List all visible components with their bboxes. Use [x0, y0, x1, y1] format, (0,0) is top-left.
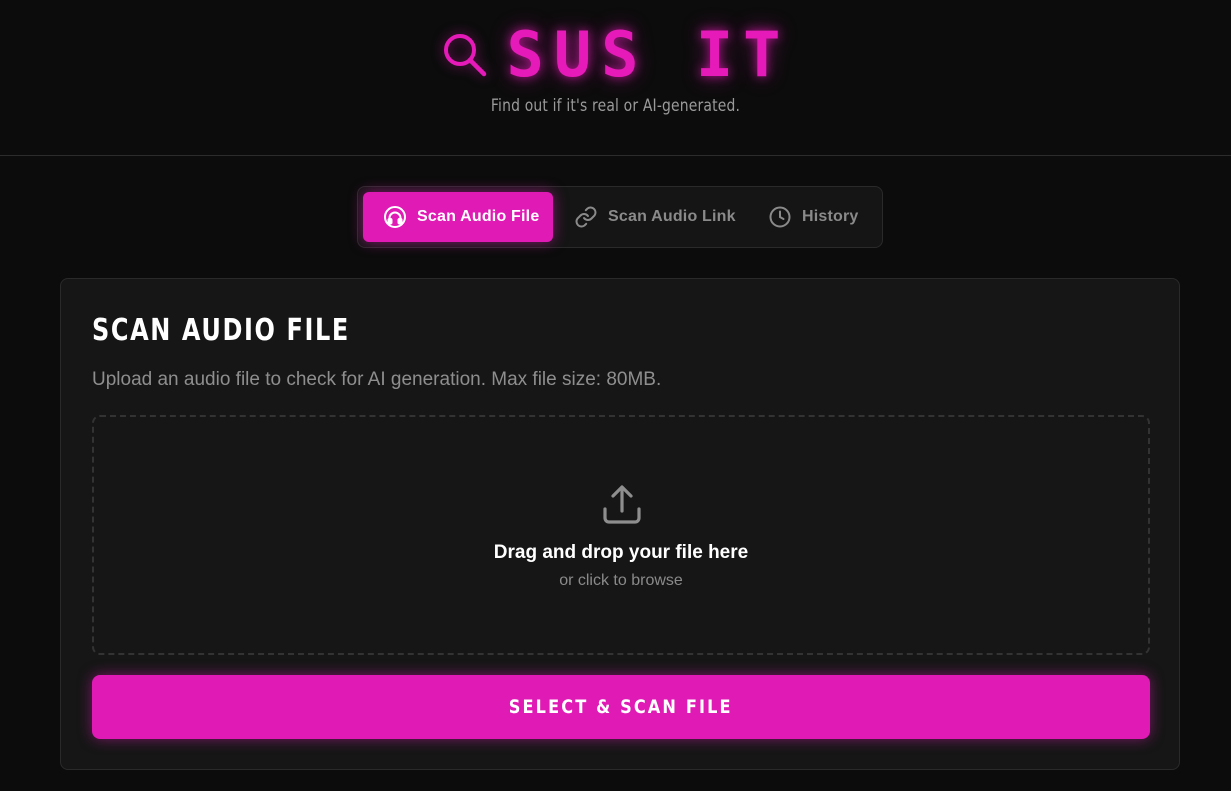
logo: SUS IT — [0, 22, 1231, 88]
upload-icon — [603, 485, 641, 524]
search-icon — [443, 34, 486, 77]
tab-label: Scan Audio Link — [608, 208, 736, 225]
card-description: Upload an audio file to check for AI gen… — [92, 369, 662, 390]
tagline: Find out if it's real or AI-generated. — [490, 96, 741, 116]
dropzone-title: Drag and drop your file here — [493, 542, 749, 563]
tab-label: History — [802, 208, 859, 225]
tab-scan-audio-file[interactable]: Scan Audio File — [363, 192, 553, 242]
tab-scan-audio-link[interactable]: Scan Audio Link — [554, 192, 744, 242]
scan-audio-file-card: SCAN AUDIO FILE Upload an audio file to … — [60, 278, 1180, 770]
tab-label: Scan Audio File — [417, 208, 540, 225]
button-label: SELECT & SCAN FILE — [509, 696, 733, 718]
headphones-icon — [384, 206, 406, 228]
file-dropzone[interactable]: Drag and drop your file here or click to… — [92, 415, 1150, 655]
app-title: SUS IT — [506, 18, 791, 91]
app-header: SUS IT Find out if it's real or AI-gener… — [0, 0, 1231, 156]
clock-icon — [769, 206, 791, 228]
link-icon — [575, 206, 597, 228]
tab-history[interactable]: History — [748, 192, 878, 242]
card-title: SCAN AUDIO FILE — [92, 313, 350, 348]
dropzone-subtitle: or click to browse — [559, 572, 683, 589]
select-and-scan-file-button[interactable]: SELECT & SCAN FILE — [92, 675, 1150, 739]
tab-bar: Scan Audio File Scan Audio Link History — [357, 186, 883, 248]
